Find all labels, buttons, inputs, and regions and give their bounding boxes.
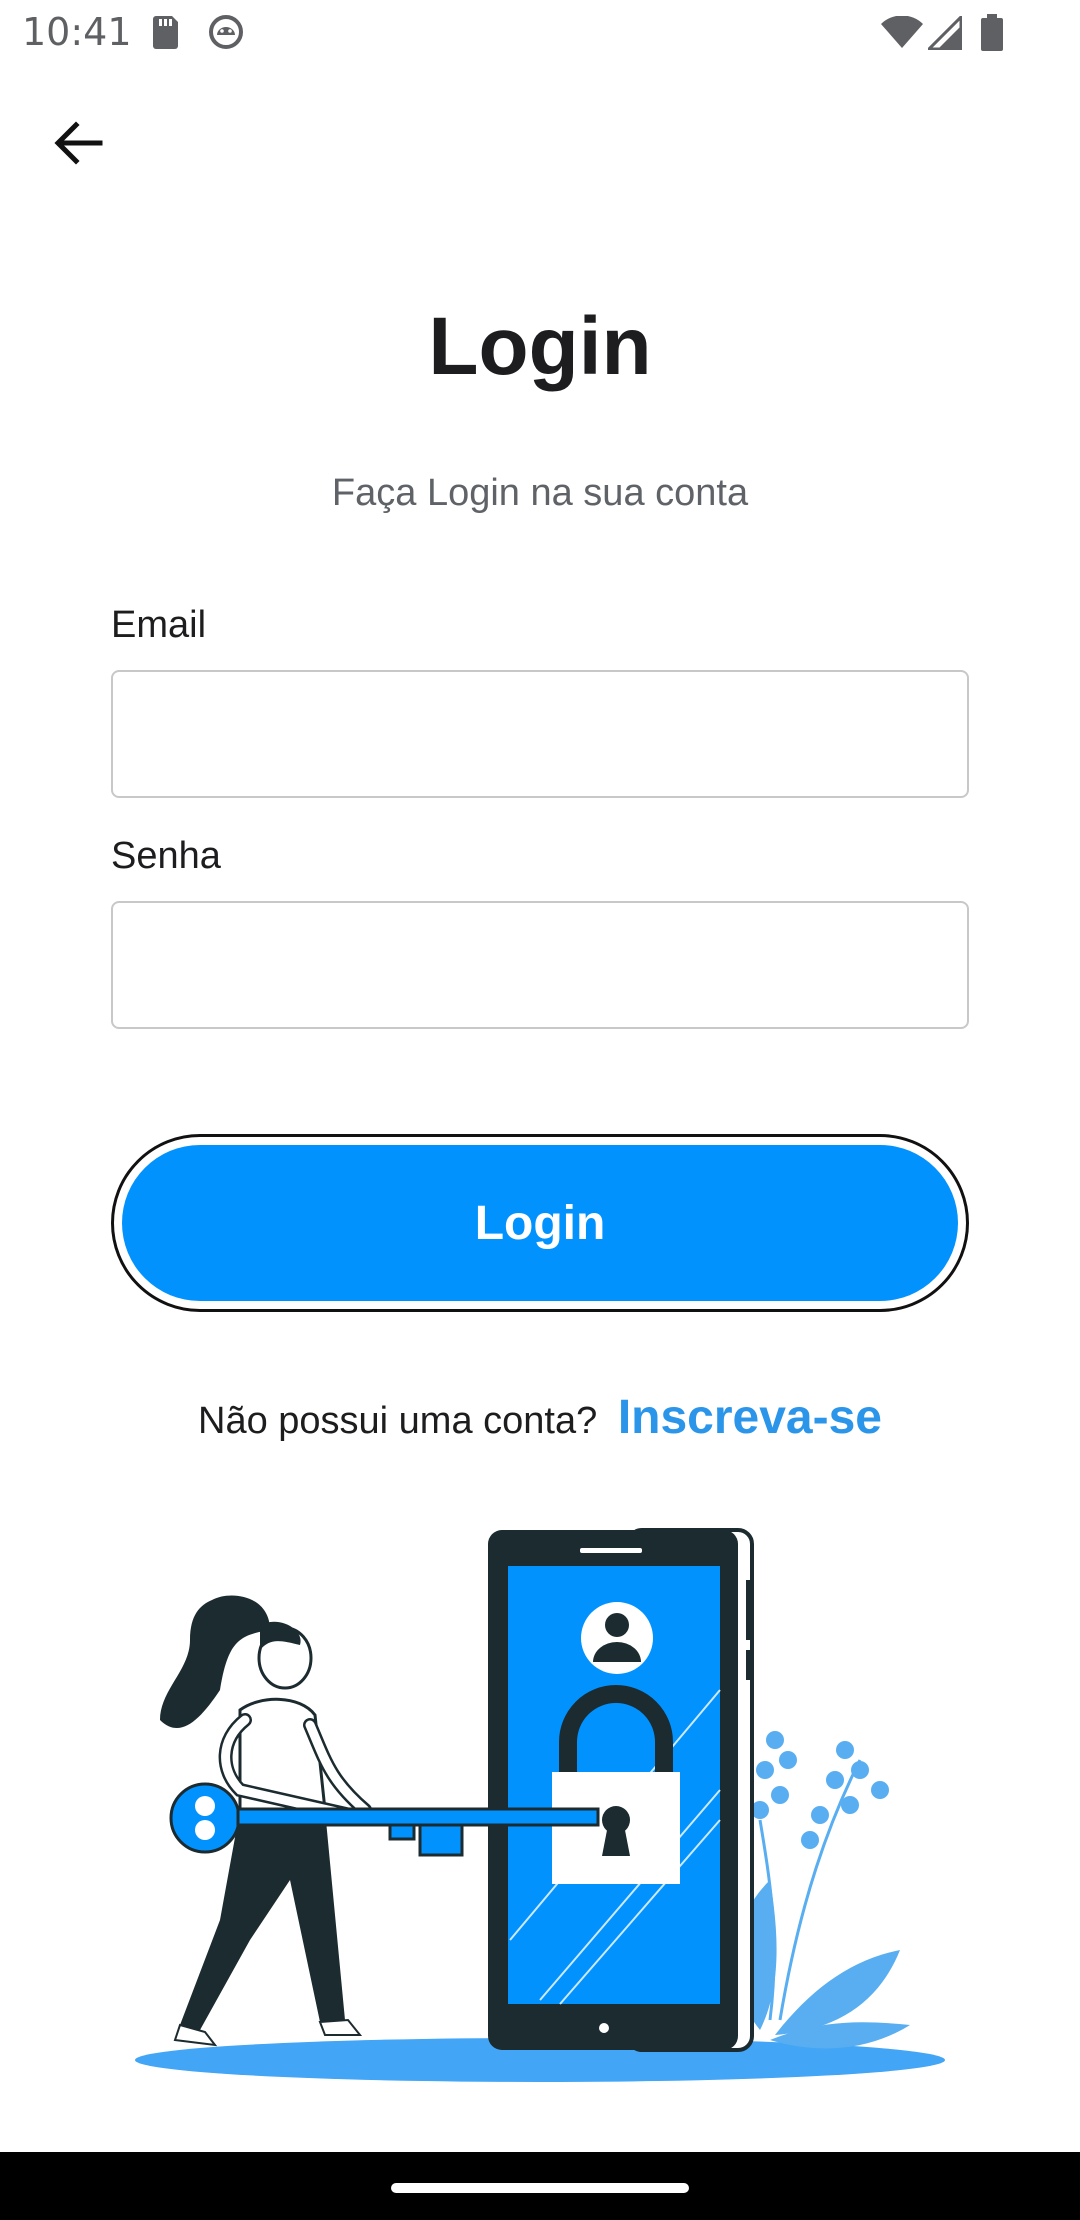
signup-link[interactable]: Inscreva-se xyxy=(618,1391,882,1444)
back-button[interactable] xyxy=(40,110,116,176)
password-field[interactable] xyxy=(111,901,969,1029)
signal-icon xyxy=(925,13,963,55)
page-subtitle: Faça Login na sua conta xyxy=(331,472,749,514)
wifi-icon xyxy=(880,15,924,55)
android-debug-icon xyxy=(208,14,244,55)
signup-prompt: Não possui uma conta? xyxy=(198,1400,598,1442)
login-button-focus-ring: Login xyxy=(111,1134,969,1312)
arrow-left-icon xyxy=(54,121,103,165)
page-title: Login xyxy=(428,301,652,392)
status-bar: 10:41 xyxy=(0,0,1080,66)
email-label: Email xyxy=(111,604,207,646)
home-gesture-handle[interactable] xyxy=(391,2183,689,2193)
signup-row: Não possui uma conta? Inscreva-se xyxy=(0,1390,1080,1445)
email-field[interactable] xyxy=(111,670,969,798)
status-time: 10:41 xyxy=(22,10,132,54)
sd-card-icon xyxy=(150,14,180,55)
battery-icon xyxy=(980,14,1004,57)
password-label: Senha xyxy=(111,835,221,877)
login-security-illustration xyxy=(120,1520,960,2090)
login-button[interactable]: Login xyxy=(122,1145,958,1301)
